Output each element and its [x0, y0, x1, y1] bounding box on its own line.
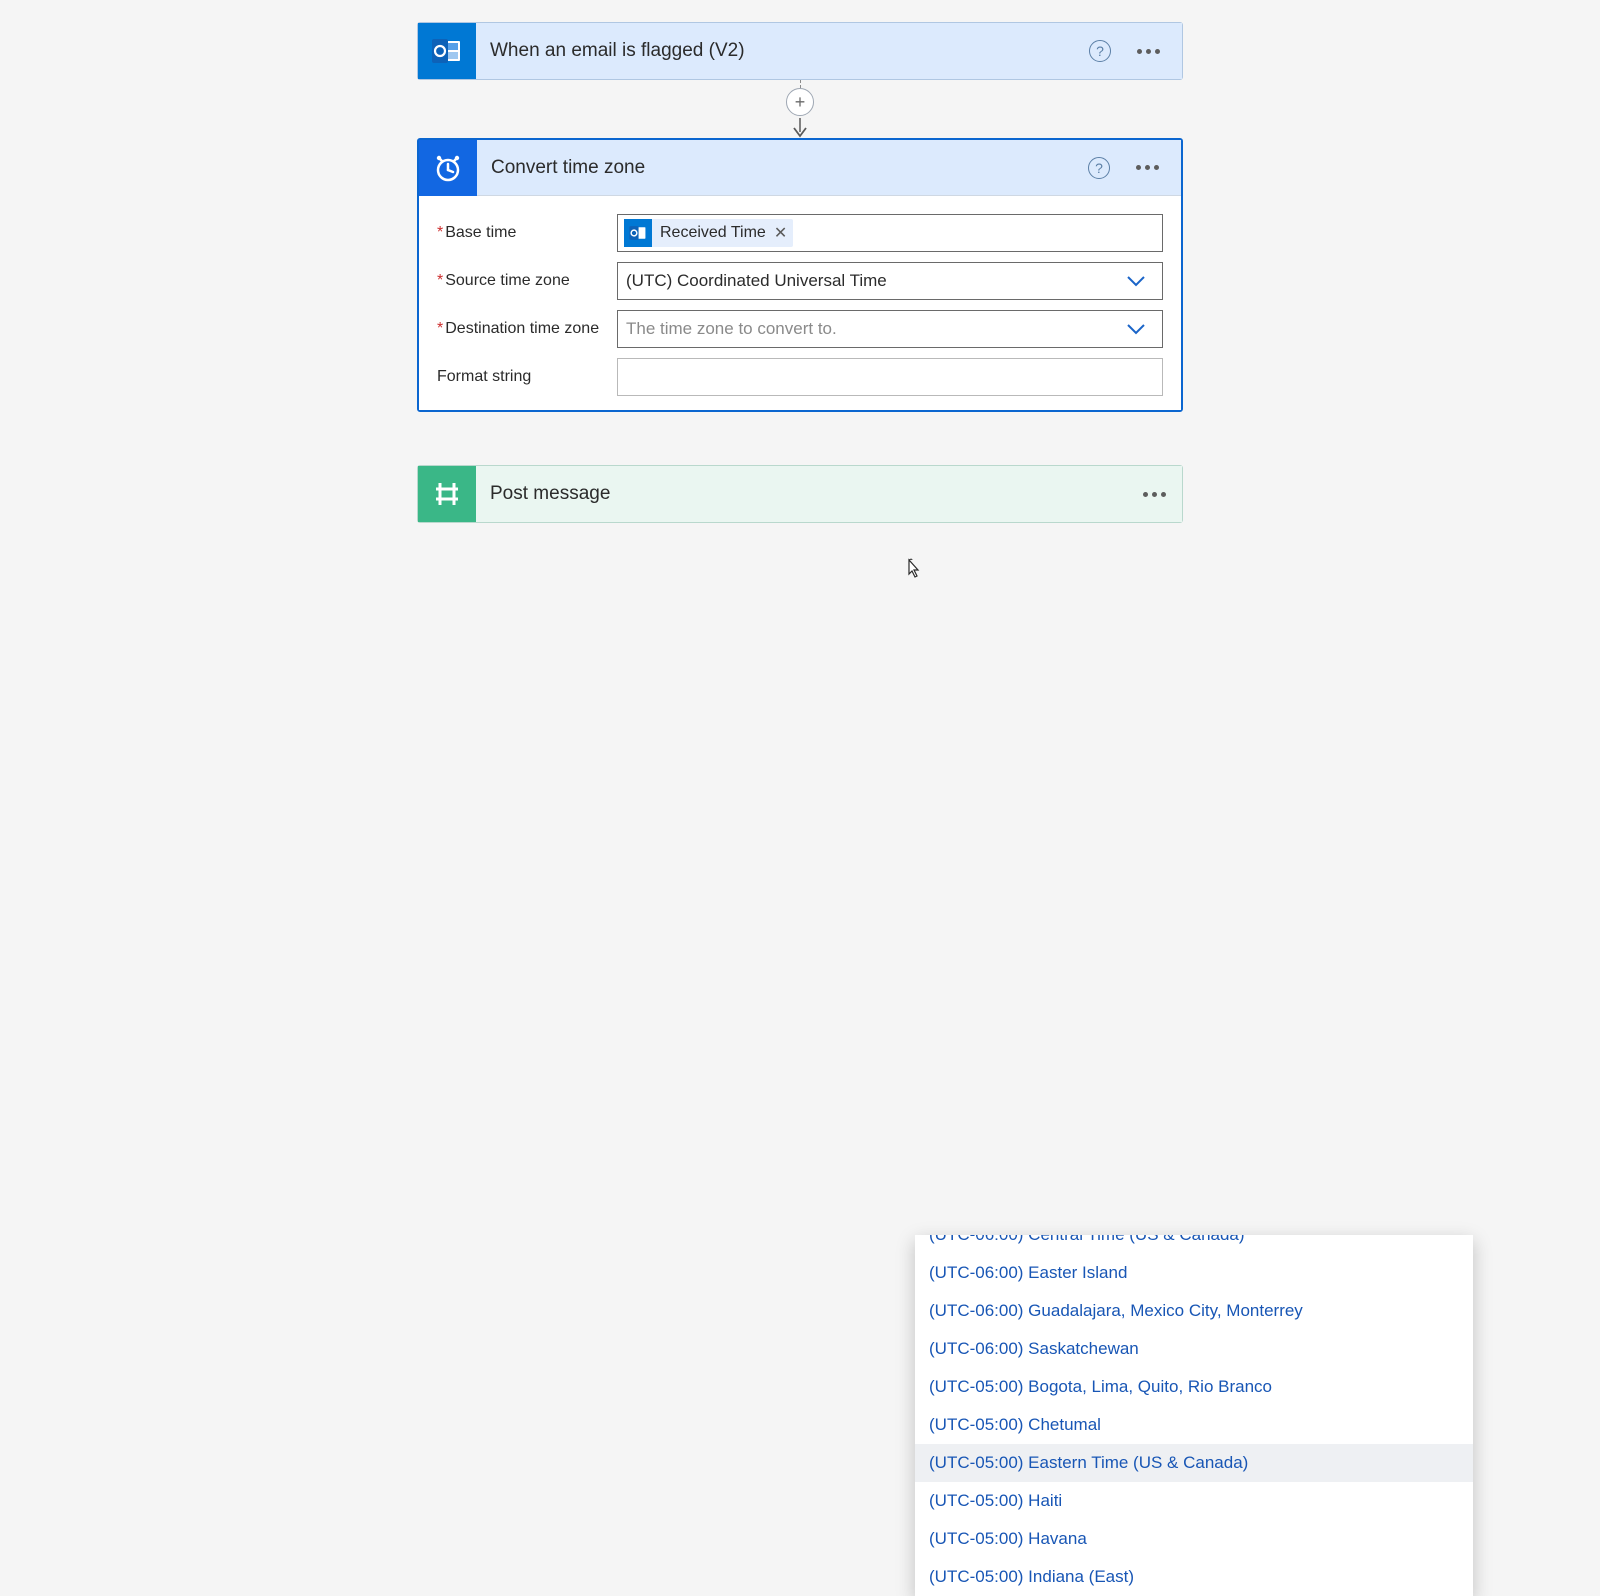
- format-select[interactable]: [617, 358, 1163, 396]
- dropdown-item[interactable]: (UTC-06:00) Easter Island: [915, 1254, 1473, 1292]
- convert-time-zone-card[interactable]: Convert time zone ? *Base time: [417, 138, 1183, 412]
- connector: +: [0, 80, 1600, 138]
- help-icon[interactable]: ?: [1088, 157, 1110, 179]
- dropdown-item[interactable]: (UTC-05:00) Haiti: [915, 1482, 1473, 1520]
- field-dest-tz: *Destination time zone The time zone to …: [437, 310, 1163, 348]
- dropdown-item[interactable]: (UTC-05:00) Indiana (East): [915, 1558, 1473, 1596]
- source-tz-label: *Source time zone: [437, 262, 617, 290]
- action-header[interactable]: Convert time zone ?: [419, 140, 1181, 196]
- dropdown-item[interactable]: (UTC-06:00) Saskatchewan: [915, 1330, 1473, 1368]
- source-tz-value: (UTC) Coordinated Universal Time: [626, 271, 1118, 291]
- chevron-down-icon[interactable]: [1118, 275, 1154, 287]
- remove-token-icon[interactable]: ✕: [774, 223, 787, 243]
- outlook-icon: [624, 219, 652, 247]
- trigger-card[interactable]: When an email is flagged (V2) ?: [417, 22, 1183, 80]
- source-tz-select[interactable]: (UTC) Coordinated Universal Time: [617, 262, 1163, 300]
- dropdown-item[interactable]: (UTC-05:00) Chetumal: [915, 1406, 1473, 1444]
- arrow-down-icon: [791, 118, 809, 138]
- timezone-dropdown[interactable]: (UTC-06:00) Central Time (US & Canada) (…: [915, 1235, 1473, 1596]
- action-body: *Base time Received Time: [419, 196, 1181, 410]
- slack-icon: [418, 466, 476, 522]
- flow-canvas: When an email is flagged (V2) ? +: [0, 0, 1600, 900]
- dest-tz-select[interactable]: The time zone to convert to.: [617, 310, 1163, 348]
- chevron-down-icon[interactable]: [1118, 323, 1154, 335]
- slack-controls: [1139, 488, 1182, 501]
- more-icon[interactable]: [1139, 488, 1170, 501]
- outlook-icon: [418, 23, 476, 79]
- dropdown-item[interactable]: (UTC-05:00) Havana: [915, 1520, 1473, 1558]
- dynamic-token[interactable]: Received Time ✕: [624, 219, 793, 247]
- action-controls: ?: [1088, 157, 1181, 179]
- more-icon[interactable]: [1132, 161, 1163, 174]
- dropdown-item[interactable]: (UTC-06:00) Central Time (US & Canada): [915, 1235, 1473, 1254]
- trigger-header[interactable]: When an email is flagged (V2) ?: [418, 23, 1182, 79]
- dropdown-item[interactable]: (UTC-05:00) Eastern Time (US & Canada): [915, 1444, 1473, 1482]
- base-time-label: *Base time: [437, 214, 617, 242]
- format-label: Format string: [437, 358, 617, 386]
- trigger-title: When an email is flagged (V2): [476, 40, 1089, 62]
- slack-title: Post message: [476, 483, 1139, 505]
- dest-tz-placeholder: The time zone to convert to.: [626, 319, 1118, 339]
- more-icon[interactable]: [1133, 45, 1164, 58]
- field-format: Format string: [437, 358, 1163, 396]
- slack-header[interactable]: Post message: [418, 466, 1182, 522]
- field-base-time: *Base time Received Time: [437, 214, 1163, 252]
- dropdown-item[interactable]: (UTC-05:00) Bogota, Lima, Quito, Rio Bra…: [915, 1368, 1473, 1406]
- post-message-card[interactable]: Post message: [417, 465, 1183, 523]
- base-time-input[interactable]: Received Time ✕: [617, 214, 1163, 252]
- help-icon[interactable]: ?: [1089, 40, 1111, 62]
- add-step-button[interactable]: +: [786, 88, 814, 116]
- action-title: Convert time zone: [477, 157, 1088, 179]
- token-text: Received Time: [660, 224, 766, 242]
- trigger-controls: ?: [1089, 40, 1182, 62]
- dest-tz-label: *Destination time zone: [437, 310, 617, 338]
- field-source-tz: *Source time zone (UTC) Coordinated Univ…: [437, 262, 1163, 300]
- clock-icon: [419, 140, 477, 196]
- dropdown-item[interactable]: (UTC-06:00) Guadalajara, Mexico City, Mo…: [915, 1292, 1473, 1330]
